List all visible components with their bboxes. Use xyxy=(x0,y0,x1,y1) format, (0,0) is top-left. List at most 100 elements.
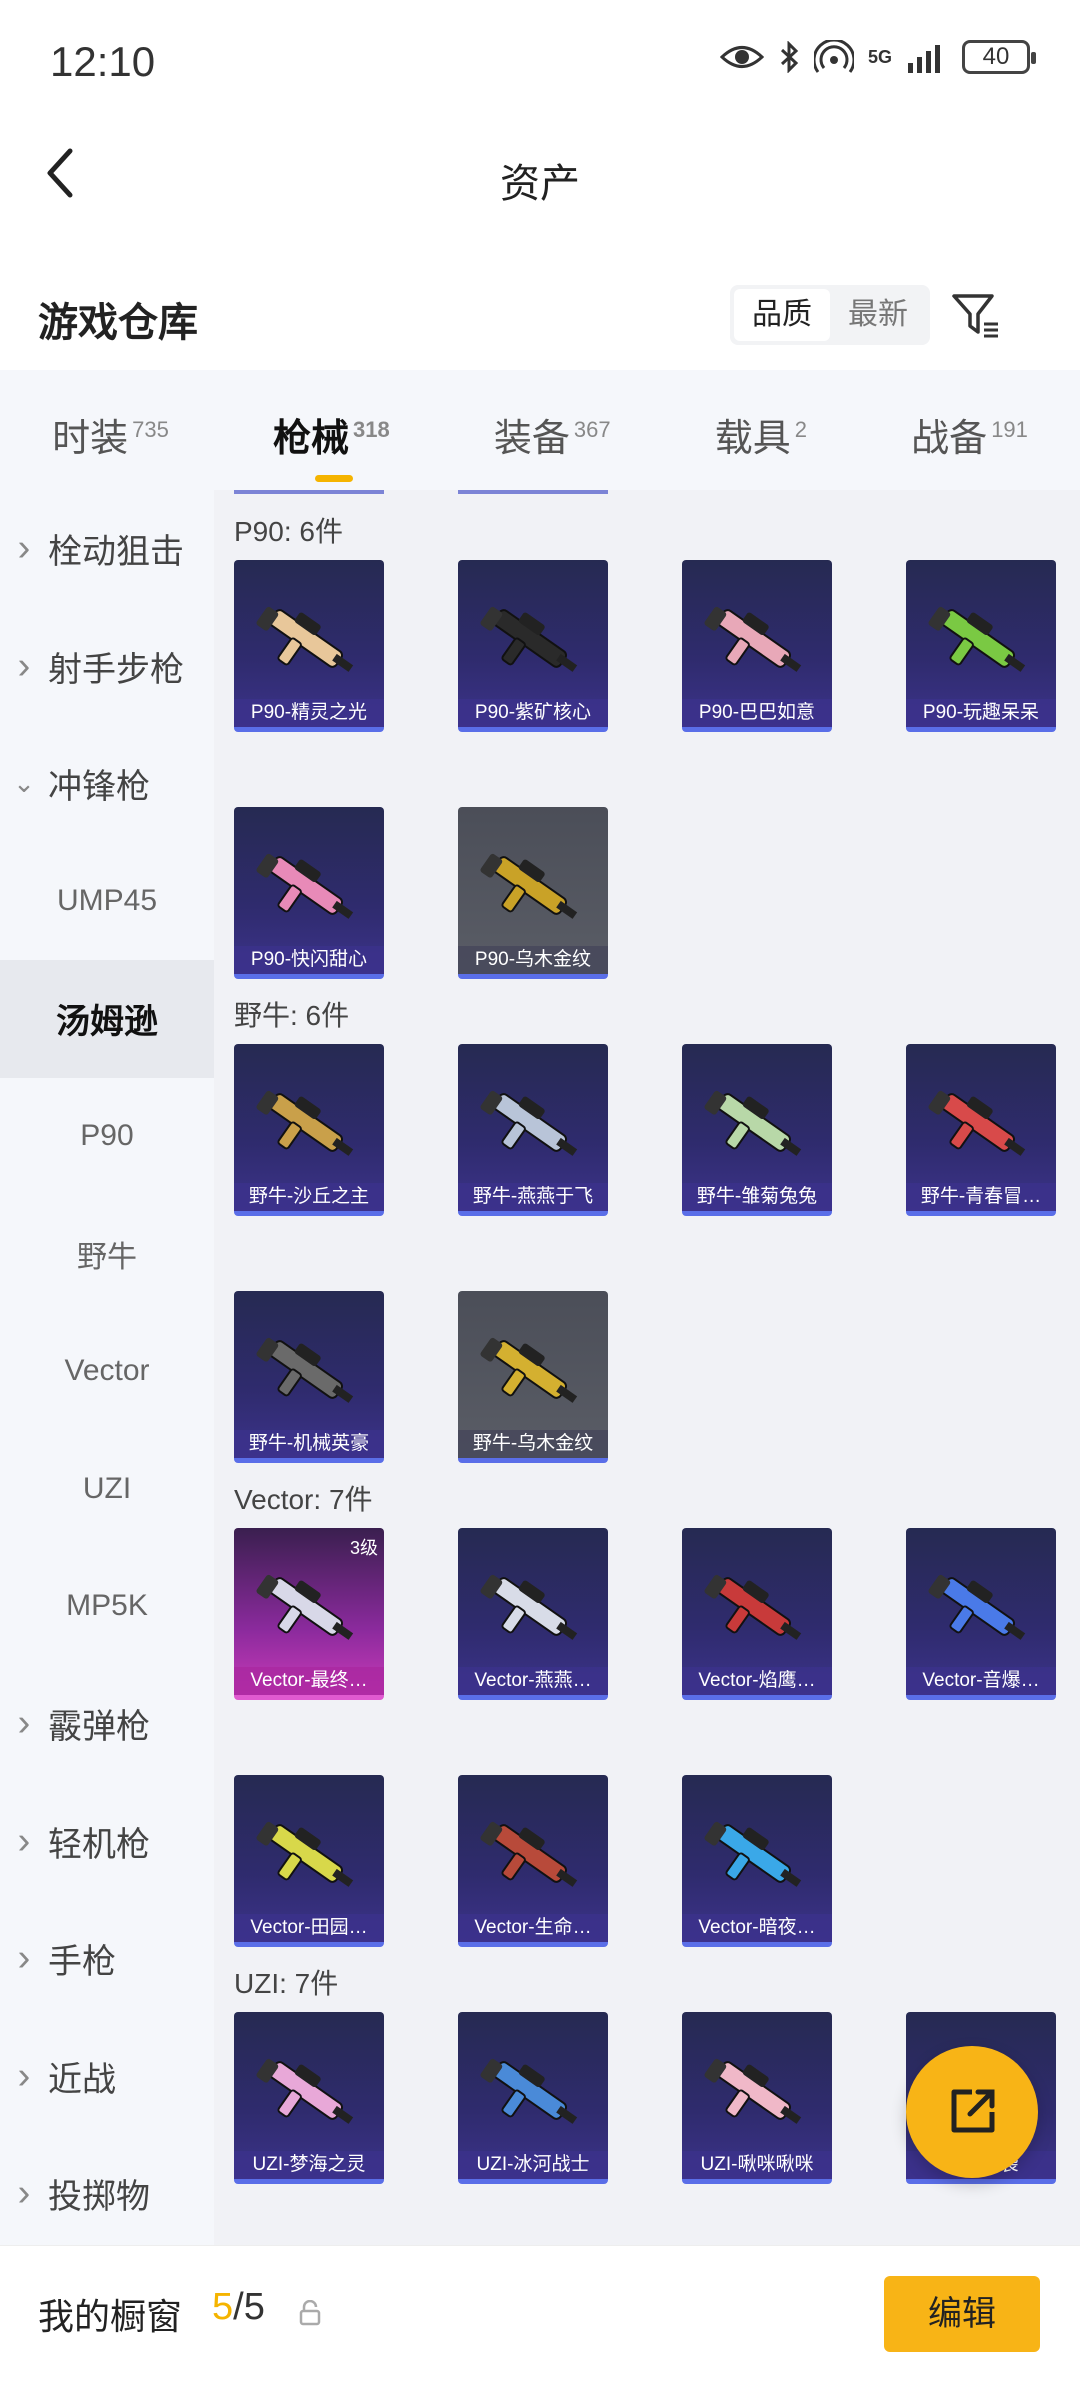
weapon-card[interactable]: P90-乌木金纹 xyxy=(458,807,608,979)
tab-firearms[interactable]: 枪械 318 xyxy=(272,399,390,482)
sidebar-item-label: UZI xyxy=(82,1471,132,1505)
weapon-card[interactable]: Vector-音爆… xyxy=(906,1528,1056,1700)
sidebar-item-label: 汤姆逊 xyxy=(56,1003,158,1042)
sidebar-item[interactable]: 野牛 xyxy=(0,1195,214,1313)
tab-vehicles[interactable]: 载具 2 xyxy=(715,399,807,462)
weapon-name: Vector-焰鹰… xyxy=(682,1667,832,1695)
weapon-image xyxy=(478,1803,588,1913)
sidebar-item-label: 霰弹枪 xyxy=(48,1708,150,1747)
sidebar-item[interactable]: › 手枪 xyxy=(0,1900,214,2018)
weapon-card[interactable]: P90-玩趣呆呆 xyxy=(906,560,1056,732)
share-button[interactable] xyxy=(906,2046,1038,2178)
sidebar-item[interactable]: UZI xyxy=(0,1430,214,1548)
weapon-image xyxy=(478,1319,588,1429)
tab-fashion[interactable]: 时装 735 xyxy=(52,399,169,462)
sidebar-item[interactable]: 汤姆逊 xyxy=(0,960,214,1078)
weapon-image xyxy=(254,835,364,945)
weapon-image xyxy=(254,588,364,698)
sidebar-item-label: 冲锋枪 xyxy=(48,768,150,807)
weapon-name: 野牛-机械英豪 xyxy=(234,1430,384,1458)
tab-label: 枪械 xyxy=(272,417,349,460)
sidebar-item-label: 栓动狙击 xyxy=(48,533,184,572)
weapon-card[interactable]: UZI-冰河战士 xyxy=(458,2012,608,2184)
weapon-card[interactable]: 野牛-机械英豪 xyxy=(234,1291,384,1463)
sort-latest-button[interactable]: 最新 xyxy=(830,289,926,341)
weapon-card[interactable]: UZI-梦海之灵 xyxy=(234,2012,384,2184)
sidebar-item[interactable]: ⌄ 冲锋枪 xyxy=(0,725,214,843)
weapon-card[interactable]: UZI-啾咪啾咪 xyxy=(682,2012,832,2184)
weapon-card[interactable]: 野牛-燕燕于飞 xyxy=(458,1044,608,1216)
weapon-card[interactable]: 野牛-沙丘之主 xyxy=(234,1044,384,1216)
status-icons: 5G 40 xyxy=(719,40,1036,74)
category-tabs: 时装 735 枪械 318 装备 367 载具 2 战备 191 xyxy=(0,370,1080,490)
weapon-image xyxy=(478,835,588,945)
tab-label: 时装 xyxy=(52,417,129,460)
weapon-card[interactable]: P90-紫矿核心 xyxy=(458,560,608,732)
sidebar-item-label: MP5K xyxy=(66,1589,148,1623)
sidebar-item[interactable]: Vector xyxy=(0,1313,214,1431)
weapon-name: 野牛-青春冒… xyxy=(906,1183,1056,1211)
weapon-name: P90-精灵之光 xyxy=(234,699,384,727)
sidebar-item-label: 射手步枪 xyxy=(48,650,184,689)
chevron-right-icon: › xyxy=(17,644,31,687)
chevron-right-icon: › xyxy=(17,1819,31,1862)
sidebar-item[interactable]: › 近战 xyxy=(0,2018,214,2136)
battery-icon: 40 xyxy=(962,40,1036,74)
weapon-image xyxy=(254,1319,364,1429)
section-title: 野牛: 6件 xyxy=(234,1000,350,1031)
sidebar-item[interactable]: › 射手步枪 xyxy=(0,608,214,726)
weapon-card[interactable]: Vector-暗夜… xyxy=(682,1775,832,1947)
chevron-right-icon: › xyxy=(17,2054,31,2097)
weapon-image xyxy=(702,2040,812,2150)
weapon-name: Vector-最终… xyxy=(234,1667,384,1695)
top-strip xyxy=(458,490,608,494)
section-title: UZI: 7件 xyxy=(234,1968,339,1999)
tab-count: 735 xyxy=(132,416,169,442)
sidebar: › 栓动狙击 › 射手步枪 ⌄ 冲锋枪 UMP45 汤姆逊 P90 野牛 Vector UZI MP5K… xyxy=(0,490,214,2245)
weapon-image xyxy=(926,1556,1036,1666)
filter-icon xyxy=(952,294,998,338)
weapon-name: Vector-暗夜… xyxy=(682,1914,832,1942)
weapon-card[interactable]: 野牛-乌木金纹 xyxy=(458,1291,608,1463)
edit-button[interactable]: 编辑 xyxy=(884,2276,1040,2352)
weapon-name: P90-快闪甜心 xyxy=(234,946,384,974)
sidebar-item[interactable]: › 霰弹枪 xyxy=(0,1665,214,1783)
weapon-card[interactable]: 3级 Vector-最终… xyxy=(234,1528,384,1700)
sidebar-item-label: 投掷物 xyxy=(48,2178,150,2217)
tab-tactical[interactable]: 战备 191 xyxy=(911,399,1028,462)
weapon-card[interactable]: Vector-生命… xyxy=(458,1775,608,1947)
header: 资产 xyxy=(0,125,1080,225)
weapon-card[interactable]: P90-巴巴如意 xyxy=(682,560,832,732)
weapon-image xyxy=(254,2040,364,2150)
sidebar-item[interactable]: › 栓动狙击 xyxy=(0,490,214,608)
weapon-image xyxy=(926,588,1036,698)
filter-button[interactable] xyxy=(948,288,1004,344)
weapon-name: 野牛-燕燕于飞 xyxy=(458,1183,608,1211)
sidebar-item[interactable]: › 轻机枪 xyxy=(0,1783,214,1901)
sort-quality-button[interactable]: 品质 xyxy=(734,289,830,341)
weapon-card[interactable]: Vector-田园… xyxy=(234,1775,384,1947)
weapon-card[interactable]: P90-快闪甜心 xyxy=(234,807,384,979)
weapon-card[interactable]: Vector-焰鹰… xyxy=(682,1528,832,1700)
top-strip xyxy=(234,490,384,494)
tab-label: 装备 xyxy=(493,417,570,460)
sidebar-item[interactable]: UMP45 xyxy=(0,843,214,961)
weapon-card[interactable]: Vector-燕燕… xyxy=(458,1528,608,1700)
weapon-image xyxy=(254,1556,364,1666)
weapon-list[interactable]: P90: 6件 P90-精灵之光 P90-紫矿核心 P90-巴巴如意 P90-玩趣呆呆 P… xyxy=(214,490,1080,2245)
weapon-card[interactable]: P90-精灵之光 xyxy=(234,560,384,732)
weapon-card[interactable]: 野牛-雏菊兔兔 xyxy=(682,1044,832,1216)
tab-count: 318 xyxy=(352,416,390,442)
tab-label: 战备 xyxy=(911,417,988,460)
sidebar-item[interactable]: P90 xyxy=(0,1078,214,1196)
tab-count: 367 xyxy=(573,416,611,442)
sidebar-item[interactable]: MP5K xyxy=(0,1548,214,1666)
weapon-image xyxy=(702,1803,812,1913)
showcase-count: 5/5 xyxy=(212,2286,265,2329)
sidebar-item[interactable]: › 投掷物 xyxy=(0,2135,214,2253)
showcase-total: /5 xyxy=(233,2286,265,2328)
weapon-image xyxy=(926,1072,1036,1182)
tab-equipment[interactable]: 装备 367 xyxy=(494,399,611,462)
weapon-card[interactable]: 野牛-青春冒… xyxy=(906,1044,1056,1216)
chevron-down-icon: ⌄ xyxy=(13,768,35,799)
